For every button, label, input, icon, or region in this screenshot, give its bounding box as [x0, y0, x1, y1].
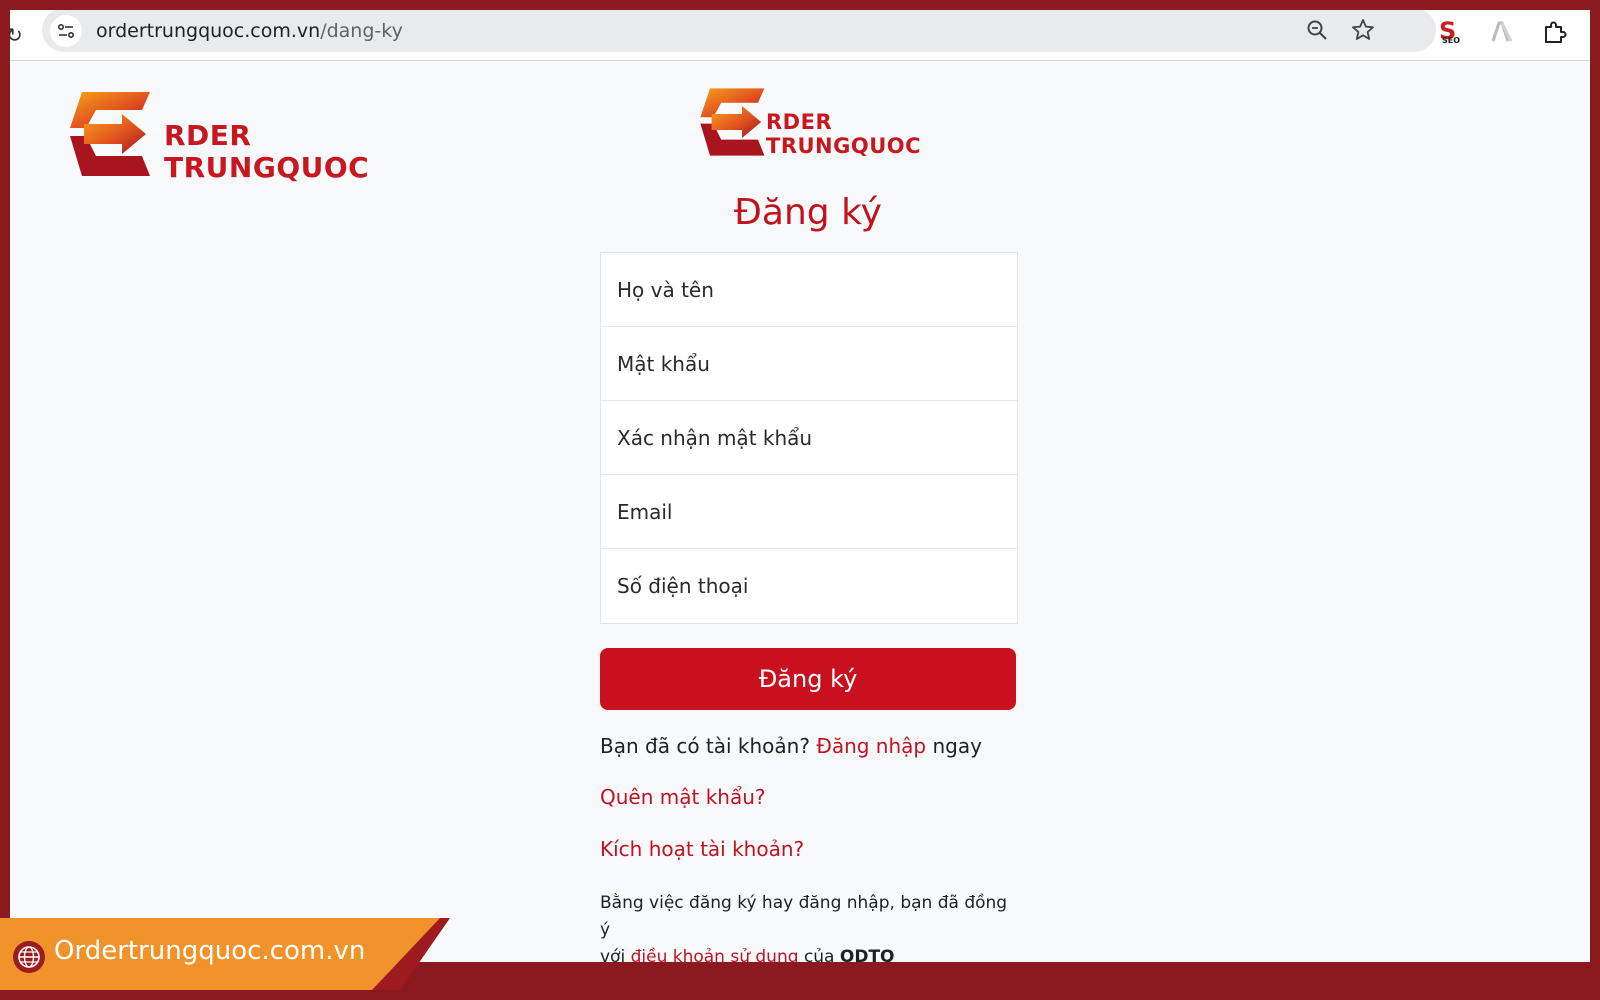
confirm-password-input[interactable]: [601, 401, 1017, 474]
logo-text-line1: RDER: [164, 119, 252, 152]
url-text[interactable]: ordertrungquoc.com.vn/dang-ky: [96, 20, 403, 42]
page-title: Đăng ký: [734, 192, 882, 233]
site-info-icon[interactable]: [50, 15, 82, 47]
footer-site-text: Ordertrungquoc.com.vn: [54, 936, 366, 966]
email-field-row: [601, 475, 1017, 549]
email-input[interactable]: [601, 475, 1017, 548]
url-path: /dang-ky: [320, 20, 403, 42]
address-bar[interactable]: ordertrungquoc.com.vn/dang-ky: [42, 10, 1436, 52]
reload-icon[interactable]: ↻: [10, 23, 23, 47]
phone-field-row: [601, 549, 1017, 623]
header-logo[interactable]: RDER TRUNGQUOC: [62, 84, 369, 184]
center-logo-text-line1: RDER: [766, 110, 833, 134]
password-input[interactable]: [601, 327, 1017, 400]
terms-with: với: [600, 947, 626, 962]
extensions-puzzle-icon[interactable]: [1538, 16, 1570, 48]
phone-input[interactable]: [601, 549, 1017, 623]
center-logo: RDER TRUNGQUOC: [694, 82, 921, 162]
register-form: [600, 252, 1018, 624]
logo-mark-icon: [70, 92, 150, 176]
terms-line1: Bằng việc đăng ký hay đăng nhập, bạn đã …: [600, 893, 1008, 940]
confirm-password-field-row: [601, 401, 1017, 475]
seo-badge: SEO: [1442, 36, 1461, 45]
have-account-line: Bạn đã có tài khoản? Đăng nhập ngay: [600, 734, 982, 758]
terms-of-use-link[interactable]: điều khoản sử dụng: [631, 947, 799, 962]
terms-notice: Bằng việc đăng ký hay đăng nhập, bạn đã …: [600, 890, 1020, 962]
bookmark-star-icon[interactable]: [1350, 17, 1376, 43]
forgot-password-link[interactable]: Quên mật khẩu?: [600, 785, 766, 809]
login-suffix-text: ngay: [932, 734, 982, 758]
login-link[interactable]: Đăng nhập: [816, 734, 926, 758]
full-name-field-row: [601, 253, 1017, 327]
terms-brand: ODTQ: [839, 947, 895, 962]
have-account-text: Bạn đã có tài khoản?: [600, 734, 810, 758]
globe-icon: [13, 941, 45, 973]
extension-icon-2[interactable]: [1486, 16, 1518, 48]
seo-extension-icon[interactable]: S SEO: [1434, 16, 1466, 48]
url-host: ordertrungquoc.com.vn: [96, 20, 321, 42]
terms-of: của: [803, 947, 835, 962]
browser-toolbar: ↻ ordertrungquoc.com.vn/dang-ky S SEO: [10, 10, 1590, 61]
center-logo-text-line2: TRUNGQUOC: [766, 134, 922, 158]
password-field-row: [601, 327, 1017, 401]
activate-account-link[interactable]: Kích hoạt tài khoản?: [600, 837, 804, 861]
zoom-icon[interactable]: [1304, 17, 1330, 43]
logo-text-line2: TRUNGQUOC: [164, 151, 370, 184]
register-button[interactable]: Đăng ký: [600, 648, 1016, 710]
browser-window: ↻ ordertrungquoc.com.vn/dang-ky S SEO RD…: [10, 10, 1590, 962]
center-logo-mark-icon: [700, 88, 765, 156]
full-name-input[interactable]: [601, 253, 1017, 326]
